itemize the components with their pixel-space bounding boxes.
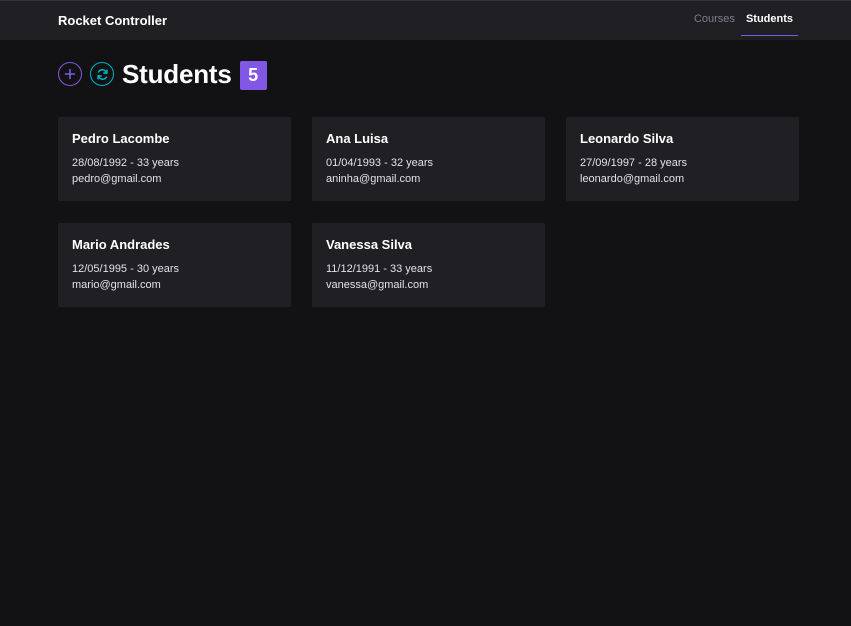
student-email: mario@gmail.com — [72, 279, 161, 291]
student-email: pedro@gmail.com — [72, 173, 162, 185]
top-navbar: Rocket Controller Courses Students — [0, 0, 851, 40]
student-card[interactable]: Leonardo Silva 27/09/1997 - 28 years leo… — [566, 117, 799, 201]
student-birth: 27/09/1997 - 28 years — [580, 157, 688, 169]
student-name: Leonardo Silva — [580, 131, 674, 146]
refresh-button[interactable] — [90, 62, 114, 86]
students-grid: Pedro Lacombe 28/08/1992 - 33 years pedr… — [58, 117, 799, 307]
app-title[interactable]: Rocket Controller — [58, 13, 167, 28]
nav-links: Courses Students — [689, 1, 798, 40]
student-name: Mario Andrades — [72, 237, 170, 252]
student-card[interactable]: Vanessa Silva 11/12/1991 - 33 years vane… — [312, 223, 545, 307]
student-birth: 01/04/1993 - 32 years — [326, 157, 434, 169]
student-name: Vanessa Silva — [326, 237, 413, 252]
student-name: Pedro Lacombe — [72, 131, 170, 146]
refresh-icon — [96, 68, 108, 80]
student-email: vanessa@gmail.com — [326, 279, 429, 291]
student-birth: 11/12/1991 - 33 years — [326, 263, 433, 275]
student-card[interactable]: Mario Andrades 12/05/1995 - 30 years mar… — [58, 223, 291, 307]
student-name: Ana Luisa — [326, 131, 389, 146]
nav-link-courses[interactable]: Courses — [689, 1, 740, 36]
plus-icon — [64, 68, 76, 80]
student-email: aninha@gmail.com — [326, 173, 421, 185]
student-birth: 12/05/1995 - 30 years — [72, 263, 180, 275]
nav-link-students[interactable]: Students — [740, 1, 798, 36]
add-student-button[interactable] — [58, 62, 82, 86]
student-birth: 28/08/1992 - 33 years — [72, 157, 180, 169]
page-title: Students — [122, 58, 232, 89]
student-email: leonardo@gmail.com — [580, 173, 685, 185]
student-card[interactable]: Ana Luisa 01/04/1993 - 32 years aninha@g… — [312, 117, 545, 201]
page-header: Students 5 — [58, 58, 267, 90]
student-count-badge: 5 — [239, 60, 267, 90]
student-card[interactable]: Pedro Lacombe 28/08/1992 - 33 years pedr… — [58, 117, 291, 201]
